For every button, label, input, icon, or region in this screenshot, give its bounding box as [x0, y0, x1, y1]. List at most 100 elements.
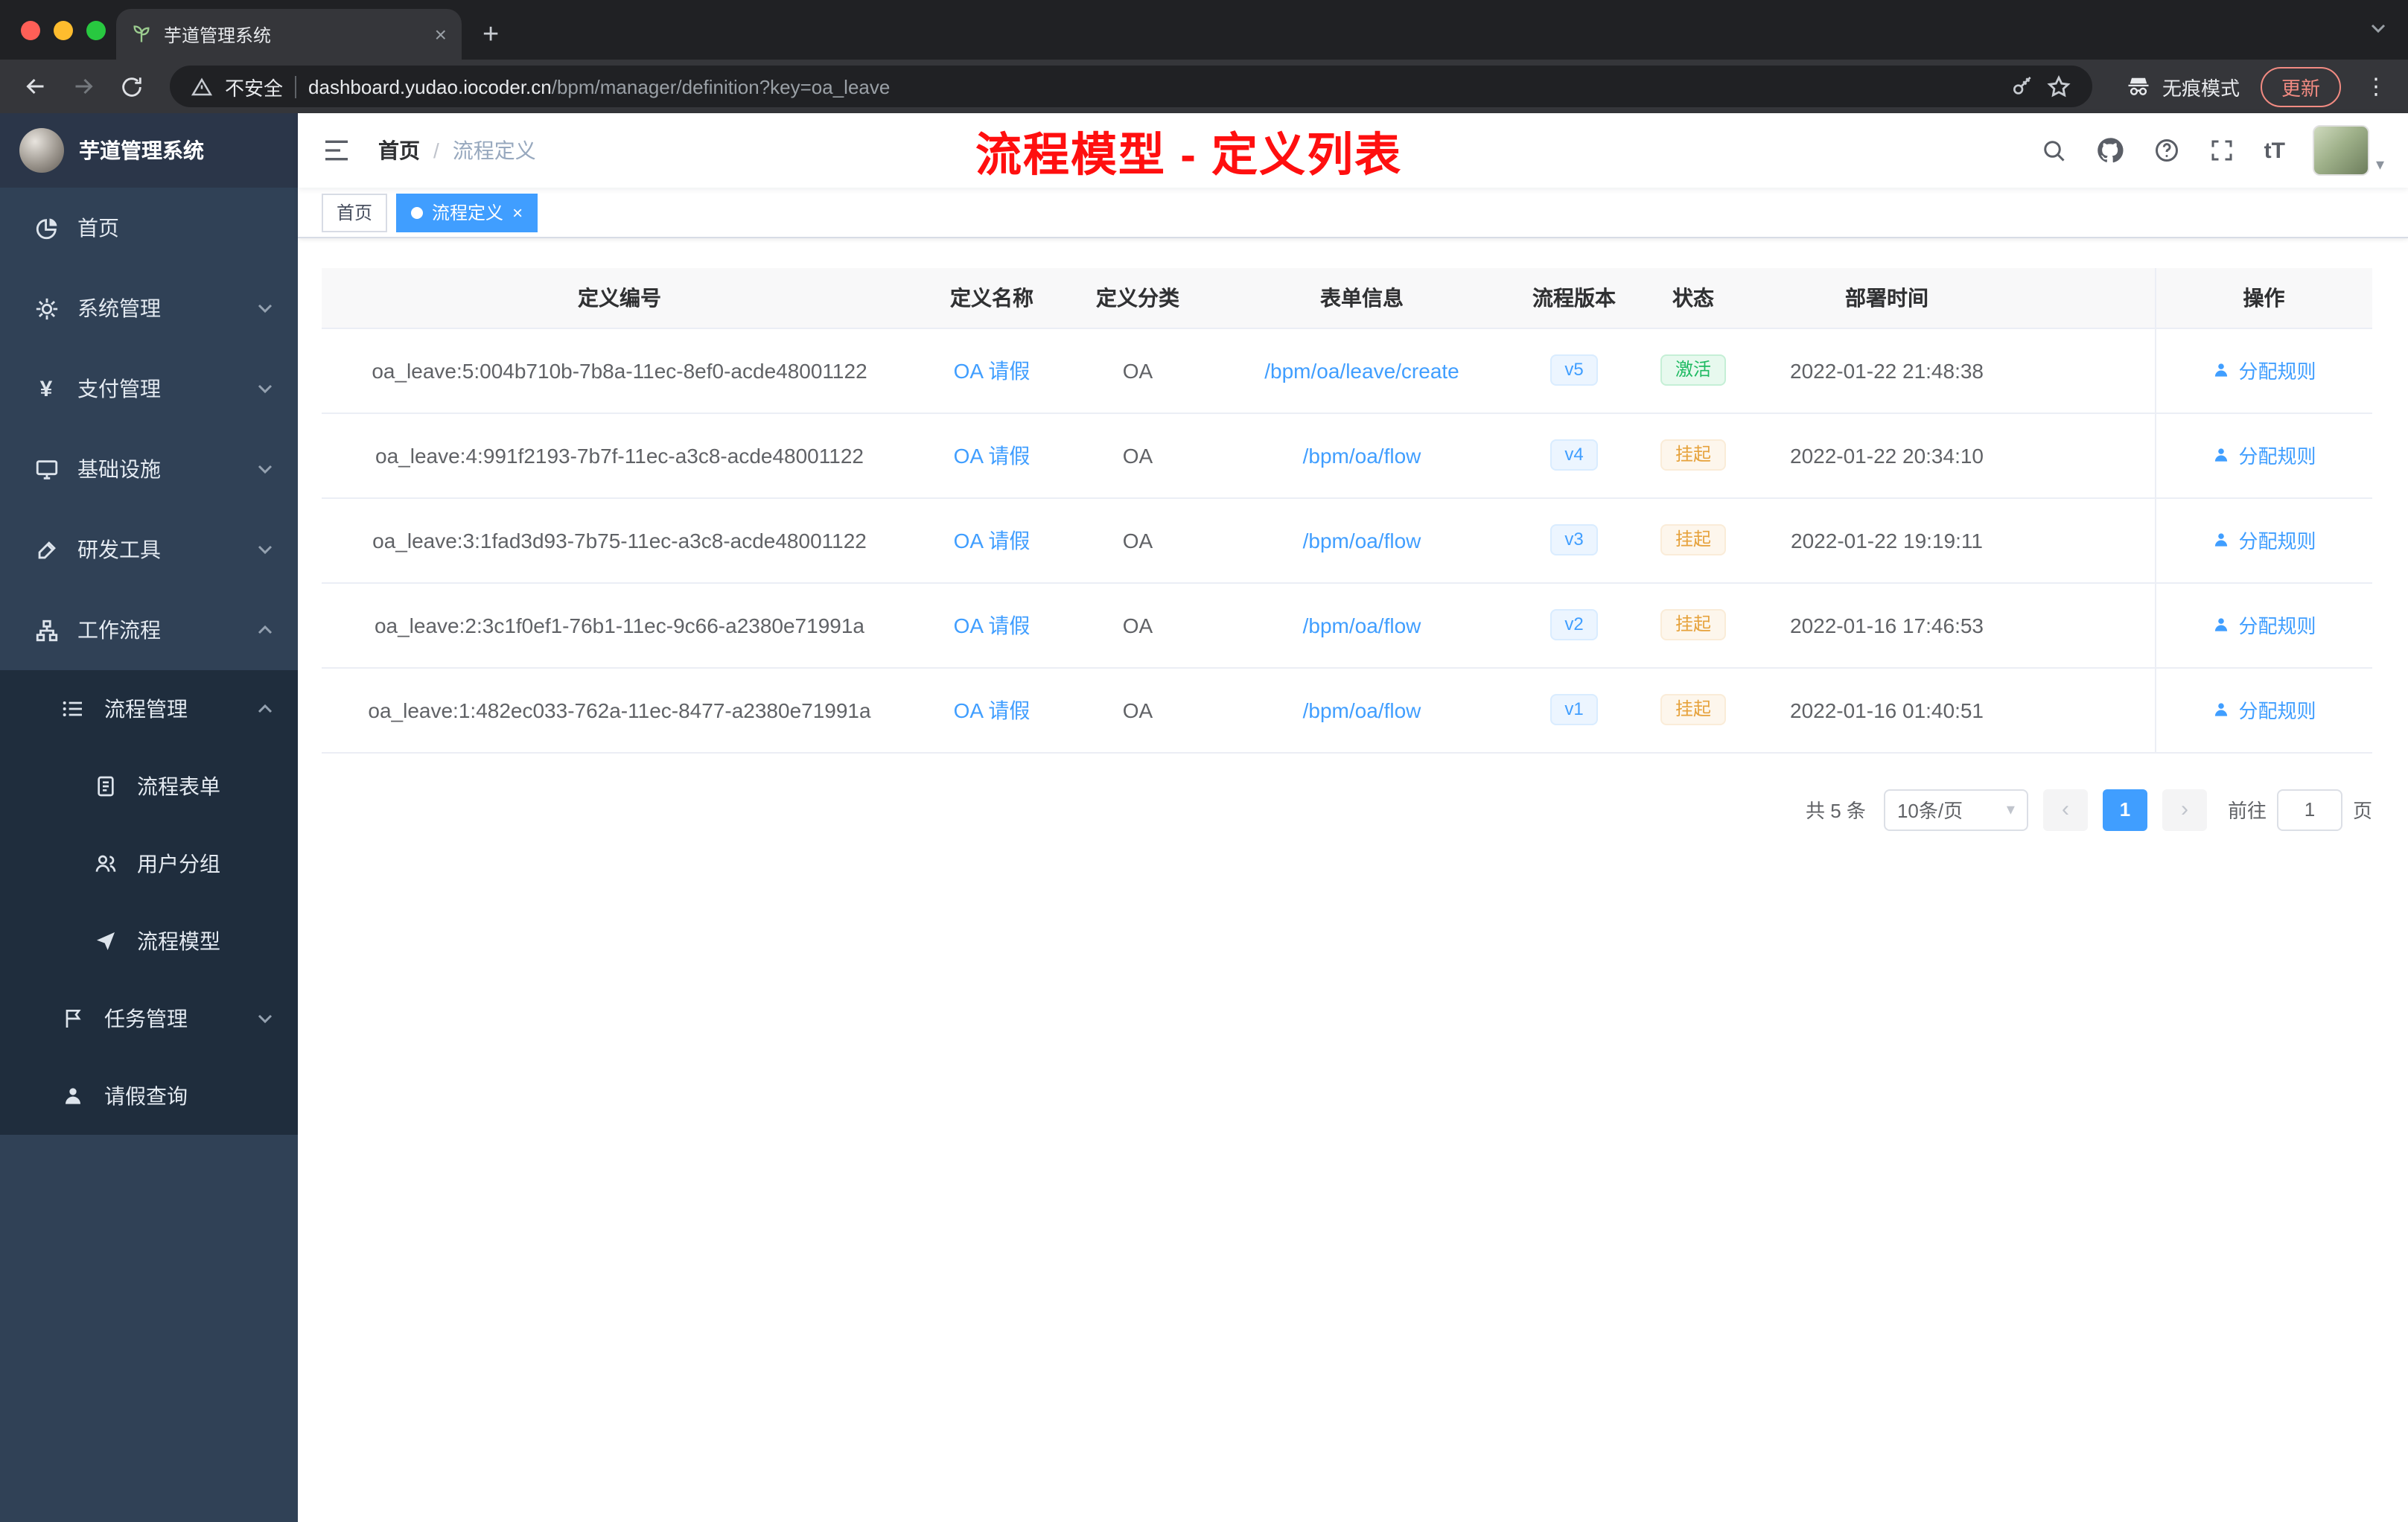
sidebar-item-system[interactable]: 系统管理: [0, 268, 298, 348]
assign-rule-link[interactable]: 分配规则: [2211, 356, 2316, 384]
definition-table: 定义编号 定义名称 定义分类 表单信息 流程版本 状态 部署时间 操作 oa_l…: [322, 268, 2372, 753]
sidebar-item-process-management[interactable]: 流程管理: [0, 670, 298, 748]
font-size-icon[interactable]: tT: [2264, 138, 2285, 163]
sidebar-item-payment[interactable]: ¥ 支付管理: [0, 348, 298, 429]
sidebar-item-label: 基础设施: [77, 457, 161, 481]
sidebar-item-process-model[interactable]: 流程模型: [0, 902, 298, 980]
column-header-form: 表单信息: [1209, 268, 1514, 328]
goto-label: 前往: [2227, 800, 2267, 822]
window-minimize-button[interactable]: [54, 21, 73, 40]
form-link[interactable]: /bpm/oa/flow: [1303, 528, 1421, 552]
form-link[interactable]: /bpm/oa/flow: [1303, 698, 1421, 722]
browser-tab-strip: 芋道管理系统 × +: [0, 0, 2408, 60]
pagination-goto: 前往 页: [2228, 789, 2372, 830]
next-page-button[interactable]: ›: [2162, 789, 2207, 830]
table-row: oa_leave:4:991f2193-7b7f-11ec-a3c8-acde4…: [322, 413, 2372, 498]
prev-page-button[interactable]: ‹: [2042, 789, 2088, 830]
tab-close-icon[interactable]: ×: [435, 22, 447, 46]
sidebar-item-workflow[interactable]: 工作流程: [0, 590, 298, 670]
password-key-icon[interactable]: [2010, 74, 2034, 98]
forward-button[interactable]: [63, 66, 104, 107]
hamburger-icon[interactable]: [322, 136, 351, 165]
chevron-down-icon: [256, 299, 274, 317]
tag-close-icon[interactable]: ×: [512, 203, 523, 221]
cell-category: OA: [1066, 328, 1209, 413]
page-size-select[interactable]: 10条/页 ▾: [1883, 789, 2028, 830]
column-header-id: 定义编号: [322, 268, 917, 328]
breadcrumb: 首页 / 流程定义: [378, 136, 536, 165]
flag-icon: [60, 1007, 86, 1031]
window-zoom-button[interactable]: [86, 21, 106, 40]
table-row: oa_leave:1:482ec033-762a-11ec-8477-a2380…: [322, 667, 2372, 753]
cell-deployed: 2022-01-22 19:19:11: [1753, 497, 2021, 583]
chevron-down-icon: ▾: [2006, 801, 2015, 819]
not-secure-label[interactable]: 不安全: [225, 72, 283, 101]
sidebar-item-home[interactable]: 首页: [0, 188, 298, 268]
assign-rule-link[interactable]: 分配规则: [2211, 695, 2316, 724]
definition-name-link[interactable]: OA 请假: [954, 528, 1031, 552]
tag-process-definition[interactable]: 流程定义 ×: [396, 193, 538, 232]
assign-rule-link[interactable]: 分配规则: [2211, 526, 2316, 554]
sidebar-item-devtools[interactable]: 研发工具: [0, 509, 298, 590]
page-number-1[interactable]: 1: [2102, 789, 2147, 830]
browser-tab[interactable]: 芋道管理系统 ×: [116, 9, 462, 60]
avatar[interactable]: [2313, 125, 2370, 176]
form-link[interactable]: /bpm/oa/flow: [1303, 443, 1421, 467]
breadcrumb-home[interactable]: 首页: [378, 136, 420, 165]
update-button[interactable]: 更新: [2260, 66, 2341, 106]
sidebar-item-user-group[interactable]: 用户分组: [0, 825, 298, 902]
status-badge: 激活: [1660, 354, 1726, 386]
url-text[interactable]: dashboard.yudao.iocoder.cn/bpm/manager/d…: [308, 75, 890, 98]
search-icon[interactable]: [2041, 137, 2068, 164]
chevron-down-icon: [256, 380, 274, 398]
form-link[interactable]: /bpm/oa/flow: [1303, 613, 1421, 637]
window-close-button[interactable]: [21, 21, 40, 40]
navbar-actions: tT ▾: [2041, 125, 2384, 176]
version-badge: v2: [1549, 608, 1599, 641]
sidebar-item-label: 支付管理: [77, 377, 161, 401]
browser-menu-icon[interactable]: ⋮: [2359, 73, 2393, 100]
sidebar-item-task-management[interactable]: 任务管理: [0, 980, 298, 1057]
new-tab-button[interactable]: +: [482, 21, 499, 49]
sidebar-item-label: 任务管理: [104, 1007, 188, 1031]
reload-button[interactable]: [110, 66, 152, 107]
cell-deployed: 2022-01-16 01:40:51: [1753, 667, 2021, 753]
user-icon: [2215, 363, 2228, 377]
chevron-up-icon: [256, 700, 274, 718]
cell-id: oa_leave:1:482ec033-762a-11ec-8477-a2380…: [322, 667, 917, 753]
table-header-row: 定义编号 定义名称 定义分类 表单信息 流程版本 状态 部署时间 操作: [322, 268, 2372, 328]
sidebar-item-infrastructure[interactable]: 基础设施: [0, 429, 298, 509]
help-icon[interactable]: [2154, 137, 2181, 164]
tags-view: 首页 流程定义 ×: [298, 188, 2408, 238]
tab-search-chevron-icon[interactable]: [2369, 18, 2387, 45]
paper-plane-icon: [92, 929, 119, 953]
sidebar-item-leave-query[interactable]: 请假查询: [0, 1057, 298, 1135]
users-icon: [92, 852, 119, 876]
column-header-deployed: 部署时间: [1753, 268, 2021, 328]
tag-label: 流程定义: [432, 203, 504, 223]
fullscreen-icon[interactable]: [2209, 137, 2236, 164]
version-badge: v4: [1549, 439, 1599, 471]
chevron-down-icon: [256, 460, 274, 478]
status-badge: 挂起: [1660, 523, 1726, 556]
user-menu[interactable]: ▾: [2313, 125, 2384, 176]
goto-page-input[interactable]: [2276, 789, 2342, 830]
definition-name-link[interactable]: OA 请假: [954, 358, 1031, 382]
bookmark-star-icon[interactable]: [2046, 74, 2071, 99]
definition-name-link[interactable]: OA 请假: [954, 613, 1031, 637]
definition-name-link[interactable]: OA 请假: [954, 443, 1031, 467]
sidebar-item-process-form[interactable]: 流程表单: [0, 748, 298, 825]
tag-home[interactable]: 首页: [322, 193, 388, 232]
github-icon[interactable]: [2096, 136, 2126, 165]
address-bar[interactable]: 不安全 dashboard.yudao.iocoder.cn/bpm/manag…: [170, 66, 2092, 107]
assign-rule-link[interactable]: 分配规则: [2211, 441, 2316, 469]
sidebar: 芋道管理系统 首页 系统管理 ¥ 支付管理 基础设施 研发工具 工作流程 流程管…: [0, 113, 298, 1522]
pagination-total: 共 5 条: [1806, 800, 1866, 822]
app-title: 芋道管理系统: [79, 138, 204, 162]
back-button[interactable]: [15, 66, 57, 107]
sidebar-item-label: 流程模型: [137, 929, 220, 953]
definition-name-link[interactable]: OA 请假: [954, 698, 1031, 722]
form-link[interactable]: /bpm/oa/leave/create: [1264, 358, 1459, 382]
logo-avatar: [19, 128, 64, 173]
assign-rule-link[interactable]: 分配规则: [2211, 611, 2316, 639]
